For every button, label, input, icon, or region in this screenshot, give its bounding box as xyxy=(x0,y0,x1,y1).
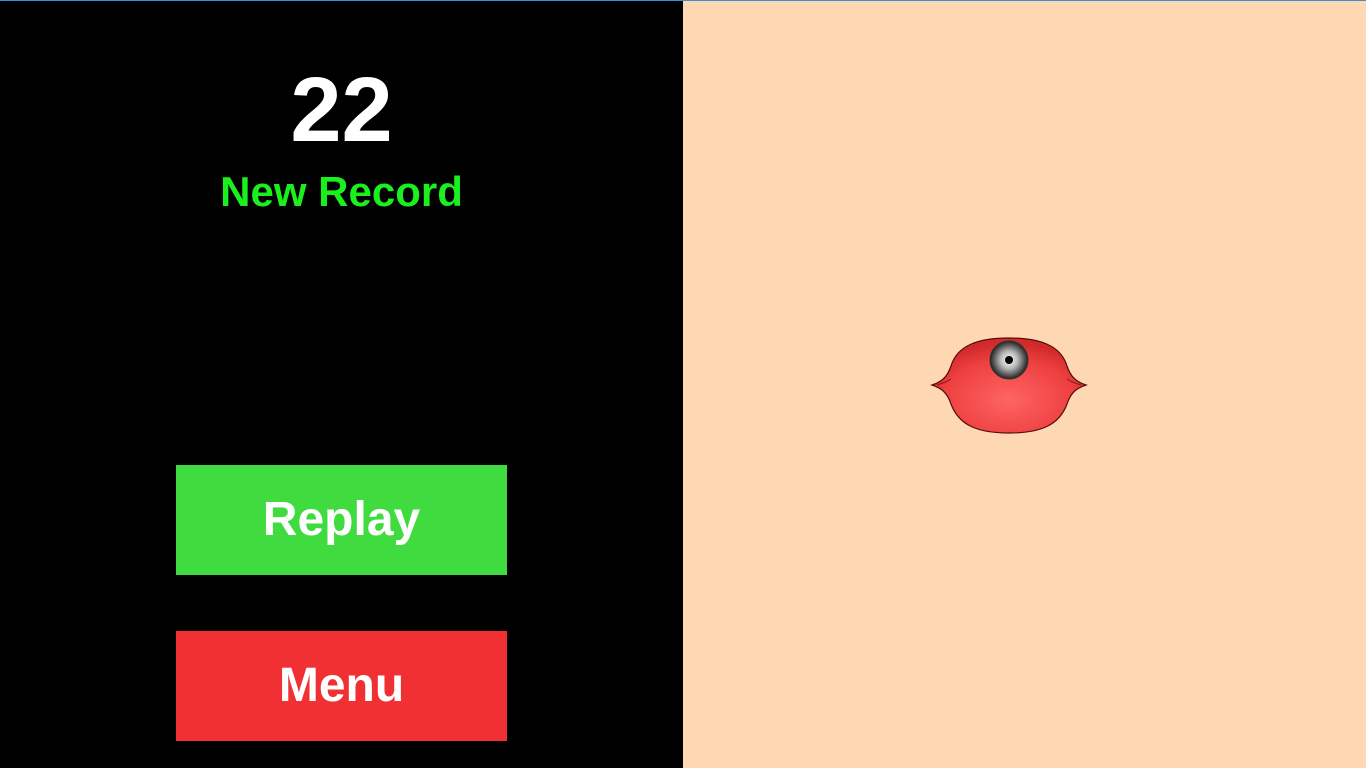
creature-blob-icon xyxy=(930,337,1088,434)
game-over-screen: 22 New Record Replay Menu xyxy=(0,0,1366,768)
score-value: 22 xyxy=(290,59,393,161)
window-top-border xyxy=(0,0,1366,1)
replay-button[interactable]: Replay xyxy=(176,465,507,575)
menu-button[interactable]: Menu xyxy=(176,631,507,741)
new-record-label: New Record xyxy=(220,168,463,215)
creature-eye-icon xyxy=(989,340,1029,380)
results-panel: 22 New Record Replay Menu xyxy=(0,0,683,768)
